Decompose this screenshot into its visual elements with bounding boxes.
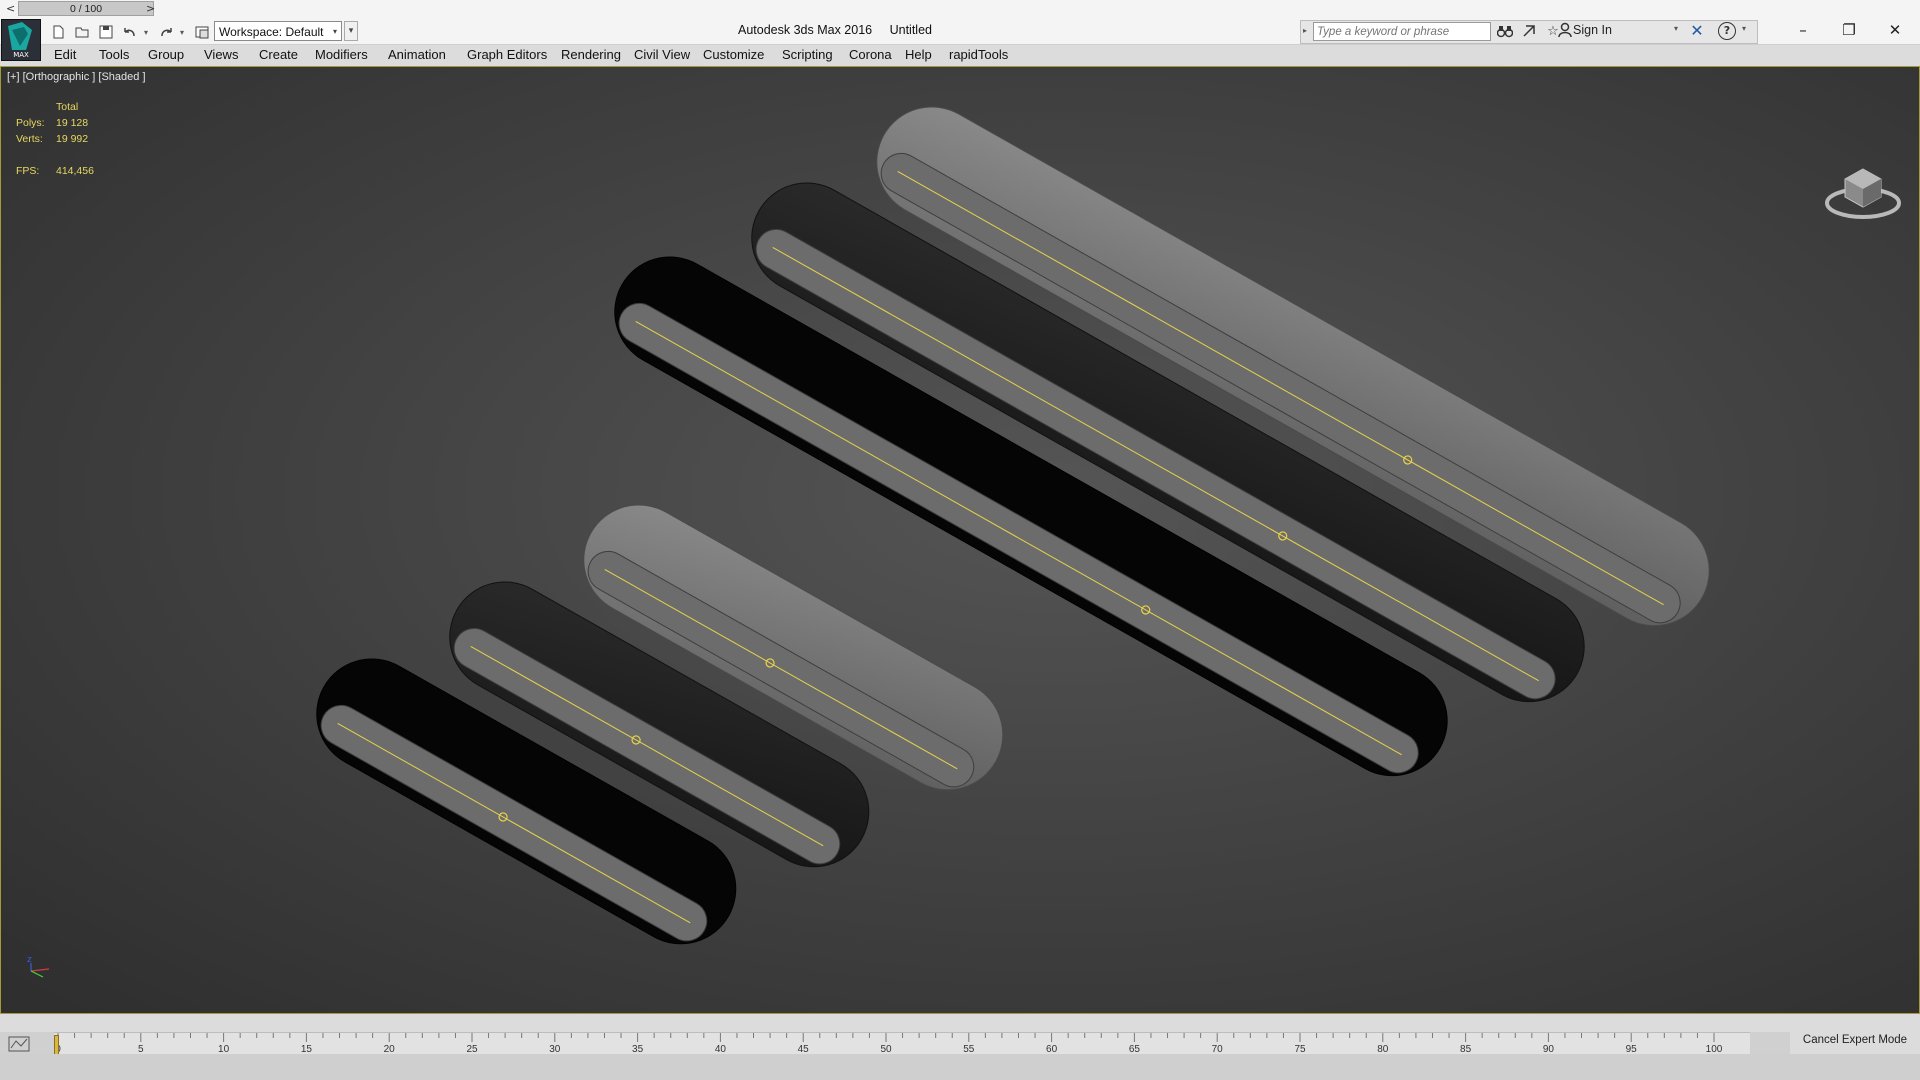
time-slider-bar — [0, 1014, 1920, 1032]
time-cursor[interactable] — [54, 1035, 59, 1055]
axis-tripod-icon: z — [27, 955, 50, 978]
menu-graph-editors[interactable]: Graph Editors — [467, 47, 547, 62]
project-folder-icon[interactable] — [192, 22, 212, 42]
menu-rapidtools[interactable]: rapidTools — [949, 47, 1008, 62]
redo-dropdown-icon[interactable]: ▾ — [180, 28, 188, 37]
help-dropdown-icon[interactable]: ▾ — [1742, 24, 1746, 33]
help-icon[interactable]: ? — [1718, 22, 1736, 40]
sign-in-button[interactable]: Sign In — [1573, 23, 1612, 37]
stats-total-label: Total — [56, 101, 79, 113]
timeline-ruler[interactable]: 0510152025303540455055606570758085909510… — [54, 1032, 1750, 1055]
menu-scripting[interactable]: Scripting — [782, 47, 833, 62]
max-logo-icon: MAX — [8, 22, 32, 59]
window-title: Autodesk 3ds Max 2016 Untitled — [738, 23, 946, 37]
close-button[interactable]: ✕ — [1873, 18, 1917, 42]
stats-polys-value: 19 128 — [56, 117, 89, 129]
stats-fps-label: FPS: — [16, 165, 40, 177]
exchange-apps-icon[interactable]: ✕ — [1688, 21, 1706, 41]
undo-icon[interactable] — [120, 22, 140, 42]
application-button[interactable]: MAX — [1, 19, 41, 61]
stats-verts-value: 19 992 — [56, 133, 89, 145]
undo-dropdown-icon[interactable]: ▾ — [144, 28, 152, 37]
sign-in-dropdown-icon[interactable]: ▾ — [1674, 24, 1678, 33]
quick-access-toolbar: ▾ ▾ — [48, 21, 212, 43]
menu-rendering[interactable]: Rendering — [561, 47, 621, 62]
menu-customize[interactable]: Customize — [703, 47, 764, 62]
search-input[interactable] — [1313, 22, 1491, 41]
app-name: Autodesk 3ds Max 2016 — [738, 23, 873, 37]
menu-create[interactable]: Create — [259, 47, 298, 62]
viewport-orthographic[interactable]: z [+] [Orthographic ] [Shaded ] Total Po… — [0, 66, 1920, 1014]
menu-modifiers[interactable]: Modifiers — [315, 47, 368, 62]
app-button-label: MAX — [13, 51, 29, 59]
open-file-icon[interactable] — [72, 22, 92, 42]
restore-button[interactable]: ❐ — [1827, 18, 1871, 42]
search-tools: ☆ — [1496, 22, 1562, 40]
binoculars-icon[interactable] — [1496, 22, 1514, 40]
menu-group[interactable]: Group — [148, 47, 184, 62]
expand-arrow-icon[interactable]: ▸ — [1303, 26, 1307, 35]
subscription-icon[interactable] — [1520, 22, 1538, 40]
document-name: Untitled — [889, 23, 932, 37]
time-prev-button[interactable]: < — [6, 2, 15, 15]
new-file-icon[interactable] — [48, 22, 68, 42]
stats-fps-value: 414,456 — [56, 165, 94, 177]
menu-edit[interactable]: Edit — [54, 47, 76, 62]
workspace-dropdown[interactable]: Workspace: Default ▾ — [214, 21, 342, 41]
menu-civil-view[interactable]: Civil View — [634, 47, 690, 62]
status-bar — [0, 1054, 1920, 1080]
menu-corona[interactable]: Corona — [849, 47, 892, 62]
menu-tools[interactable]: Tools — [99, 47, 129, 62]
time-slider[interactable]: 0 / 100 — [18, 1, 154, 16]
redo-icon[interactable] — [156, 22, 176, 42]
mini-curve-editor-icon[interactable] — [8, 1036, 34, 1054]
save-icon[interactable] — [96, 22, 116, 42]
chevron-down-icon: ▾ — [332, 27, 337, 36]
stats-polys-label: Polys: — [16, 117, 45, 129]
viewport-label[interactable]: [+] [Orthographic ] [Shaded ] — [7, 71, 146, 83]
time-next-button[interactable]: > — [146, 2, 155, 15]
toolbar-overflow-icon[interactable]: ▾ — [344, 21, 358, 41]
user-icon — [1558, 22, 1572, 42]
menu-views[interactable]: Views — [204, 47, 238, 62]
svg-text:z: z — [27, 955, 32, 965]
viewcube-icon[interactable] — [1823, 163, 1903, 225]
stats-verts-label: Verts: — [16, 133, 43, 145]
ruler-ticks: 0510152025303540455055606570758085909510… — [55, 1033, 1723, 1055]
menu-animation[interactable]: Animation — [388, 47, 446, 62]
minimize-button[interactable]: – — [1781, 18, 1825, 42]
menu-bar: Edit Tools Group Views Create Modifiers … — [0, 45, 1920, 67]
menu-help[interactable]: Help — [905, 47, 932, 62]
workspace-label: Workspace: Default — [219, 25, 324, 39]
cancel-expert-mode-button[interactable]: Cancel Expert Mode — [1790, 1026, 1920, 1054]
scene-objects: z — [27, 106, 1710, 978]
